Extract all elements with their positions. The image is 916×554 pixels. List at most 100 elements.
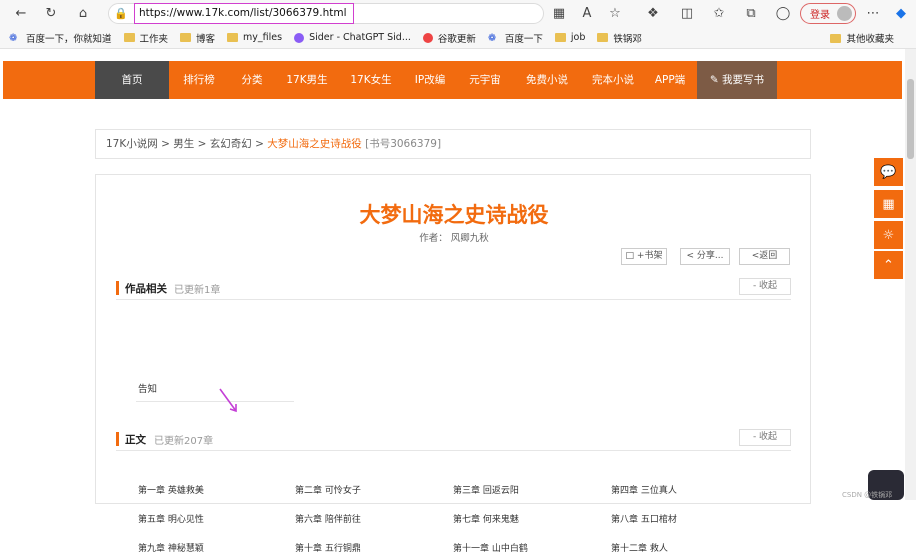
related-title: 作品相关 <box>125 283 167 295</box>
chapter-link-notice[interactable]: 告知 <box>138 381 157 395</box>
nav-ip-adapt[interactable]: IP改编 <box>403 61 457 99</box>
breadcrumb-fantasy[interactable]: 玄幻奇幻 <box>210 138 252 150</box>
shield-icon[interactable]: ◯ <box>770 0 796 27</box>
nav-write-book[interactable]: ✎ 我要写书 <box>697 61 777 99</box>
qrcode-icon[interactable]: ▦ <box>874 190 903 218</box>
bookmark-other[interactable]: 其他收藏夹 <box>830 31 894 45</box>
folder-icon <box>597 33 609 42</box>
folder-icon <box>554 33 566 42</box>
chapter-link[interactable]: 第五章 明心见性 <box>138 512 204 525</box>
copilot-icon[interactable]: ◆ <box>888 0 914 27</box>
bookmark-blog[interactable]: 博客 <box>180 31 215 45</box>
extension-icon[interactable]: ❖ <box>640 0 666 27</box>
bookmark-sider[interactable]: Sider - ChatGPT Sid... <box>294 32 411 43</box>
back-icon[interactable]: ← <box>8 0 34 27</box>
login-label: 登录 <box>810 10 830 21</box>
address-bar[interactable]: 🔒 https://www.17k.com/list/3066379.html <box>108 3 544 24</box>
bookmark-work[interactable]: 工作夹 <box>123 31 168 45</box>
breadcrumb: 17K小说网 > 男生 > 玄幻奇幻 > 大梦山海之史诗战役 [书号306637… <box>95 129 811 159</box>
wechat-icon[interactable]: 💬 <box>874 158 903 186</box>
nav-app[interactable]: APP端 <box>645 61 695 99</box>
annotation-arrow-icon <box>219 388 237 413</box>
main-subtitle: 已更新207章 <box>154 436 214 447</box>
collapse-related-button[interactable]: - 收起 <box>739 278 791 295</box>
chapter-list-panel: 大梦山海之史诗战役 作者： 风卿九秋 □ +书架 < 分享... <返回 作品相… <box>95 174 811 554</box>
nav-category[interactable]: 分类 <box>229 61 275 99</box>
back-to-top-icon[interactable]: ⌃ <box>874 251 903 279</box>
folder-icon <box>830 33 842 43</box>
chapter-link[interactable]: 第十章 五行铜鼎 <box>295 541 361 554</box>
browser-toolbar: ← ↻ ⌂ 🔒 https://www.17k.com/list/3066379… <box>0 0 916 27</box>
breadcrumb-root[interactable]: 17K小说网 <box>106 138 158 150</box>
back-button[interactable]: <返回 <box>739 248 790 265</box>
watermark: CSDN @铁锅邓 <box>842 491 893 499</box>
chapter-link[interactable]: 第十一章 山中白鹤 <box>453 541 528 554</box>
section-marker <box>116 432 119 446</box>
bookmark-icon: □ <box>625 251 637 261</box>
nav-finished-novels[interactable]: 完本小说 <box>581 61 645 99</box>
divider <box>136 401 294 402</box>
refresh-icon[interactable]: ↻ <box>38 0 64 27</box>
collapse-main-button[interactable]: - 收起 <box>739 429 791 446</box>
main-title: 正文 <box>125 434 146 446</box>
bookmark-tieguodeng[interactable]: 铁锅邓 <box>597 31 642 45</box>
breadcrumb-sep: > <box>161 138 170 150</box>
breadcrumb-male[interactable]: 男生 <box>173 138 194 150</box>
scrollbar-thumb[interactable] <box>907 79 914 159</box>
bookmark-chrome-update[interactable]: 谷歌更新 <box>422 31 476 45</box>
paw-icon: ❁ <box>487 33 497 44</box>
nav-home[interactable]: 首页 <box>95 61 169 99</box>
book-title: 大梦山海之史诗战役 <box>359 203 549 227</box>
folder-icon <box>180 33 192 42</box>
share-button[interactable]: < 分享... <box>680 248 730 265</box>
chapter-link[interactable]: 第七章 何来鬼魅 <box>453 512 519 525</box>
breadcrumb-current[interactable]: 大梦山海之史诗战役 <box>267 138 362 150</box>
related-subtitle: 已更新1章 <box>174 285 221 296</box>
folder-icon <box>227 33 239 42</box>
login-button[interactable]: 登录 <box>800 3 856 24</box>
nav-ranking[interactable]: 排行榜 <box>169 61 229 99</box>
folder-icon <box>123 33 135 42</box>
nav-metaverse[interactable]: 元宇宙 <box>457 61 513 99</box>
collections-icon[interactable]: ⧉ <box>738 0 764 27</box>
url-text[interactable]: https://www.17k.com/list/3066379.html <box>134 3 354 24</box>
chapter-link[interactable]: 第六章 陪伴前往 <box>295 512 361 525</box>
add-shelf-button[interactable]: □ +书架 <box>621 248 667 265</box>
breadcrumb-sep: > <box>197 138 207 150</box>
nav-17k-female[interactable]: 17K女生 <box>339 61 403 99</box>
chapter-link[interactable]: 第九章 神秘慧颖 <box>138 541 204 554</box>
avatar <box>837 6 852 21</box>
chapter-link[interactable]: 第八章 五口棺材 <box>611 512 677 525</box>
page-scrollbar[interactable] <box>905 49 916 500</box>
chapter-link[interactable]: 第四章 三位真人 <box>611 483 677 496</box>
chapter-link[interactable]: 第二章 可怜女子 <box>295 483 361 496</box>
nav-free-novels[interactable]: 免费小说 <box>513 61 581 99</box>
chapter-link[interactable]: 第十二章 救人 <box>611 541 668 554</box>
main-section-header: 正文 已更新207章 - 收起 <box>116 429 791 451</box>
chapter-link[interactable]: 第三章 回返云阳 <box>453 483 519 496</box>
bookmark-baidu2[interactable]: ❁ 百度一下 <box>488 31 543 45</box>
service-icon[interactable]: ☼ <box>874 221 903 249</box>
page-content: 首页 排行榜 分类 17K男生 17K女生 IP改编 元宇宙 免费小说 完本小说… <box>0 49 916 554</box>
bookmark-myfiles[interactable]: my_files <box>227 32 282 43</box>
favorites-icon[interactable]: ✩ <box>706 0 732 27</box>
home-icon[interactable]: ⌂ <box>70 0 96 27</box>
section-marker <box>116 281 119 295</box>
bookmark-job[interactable]: job <box>554 32 585 43</box>
chapter-link[interactable]: 第一章 英雄救美 <box>138 483 204 496</box>
more-icon[interactable]: ⋯ <box>860 0 886 27</box>
book-author: 作者： 风卿九秋 <box>419 233 489 244</box>
main-nav: 首页 排行榜 分类 17K男生 17K女生 IP改编 元宇宙 免费小说 完本小说… <box>3 61 902 99</box>
lock-icon: 🔒 <box>114 7 128 20</box>
bookmarks-bar: ❁ 百度一下，你就知道 工作夹 博客 my_files Sider - ChatG… <box>0 27 916 49</box>
share-icon: < <box>686 251 697 261</box>
nav-17k-male[interactable]: 17K男生 <box>275 61 339 99</box>
star-icon[interactable]: ☆ <box>602 0 628 27</box>
book-number: [书号3066379] <box>365 138 442 150</box>
read-aloud-icon[interactable]: A <box>574 0 600 27</box>
qr-icon[interactable]: ▦ <box>546 0 572 27</box>
sider-icon <box>294 32 305 43</box>
split-icon[interactable]: ◫ <box>674 0 700 27</box>
bookmark-baidu[interactable]: ❁ 百度一下，你就知道 <box>9 31 112 45</box>
chrome-icon <box>422 32 433 43</box>
